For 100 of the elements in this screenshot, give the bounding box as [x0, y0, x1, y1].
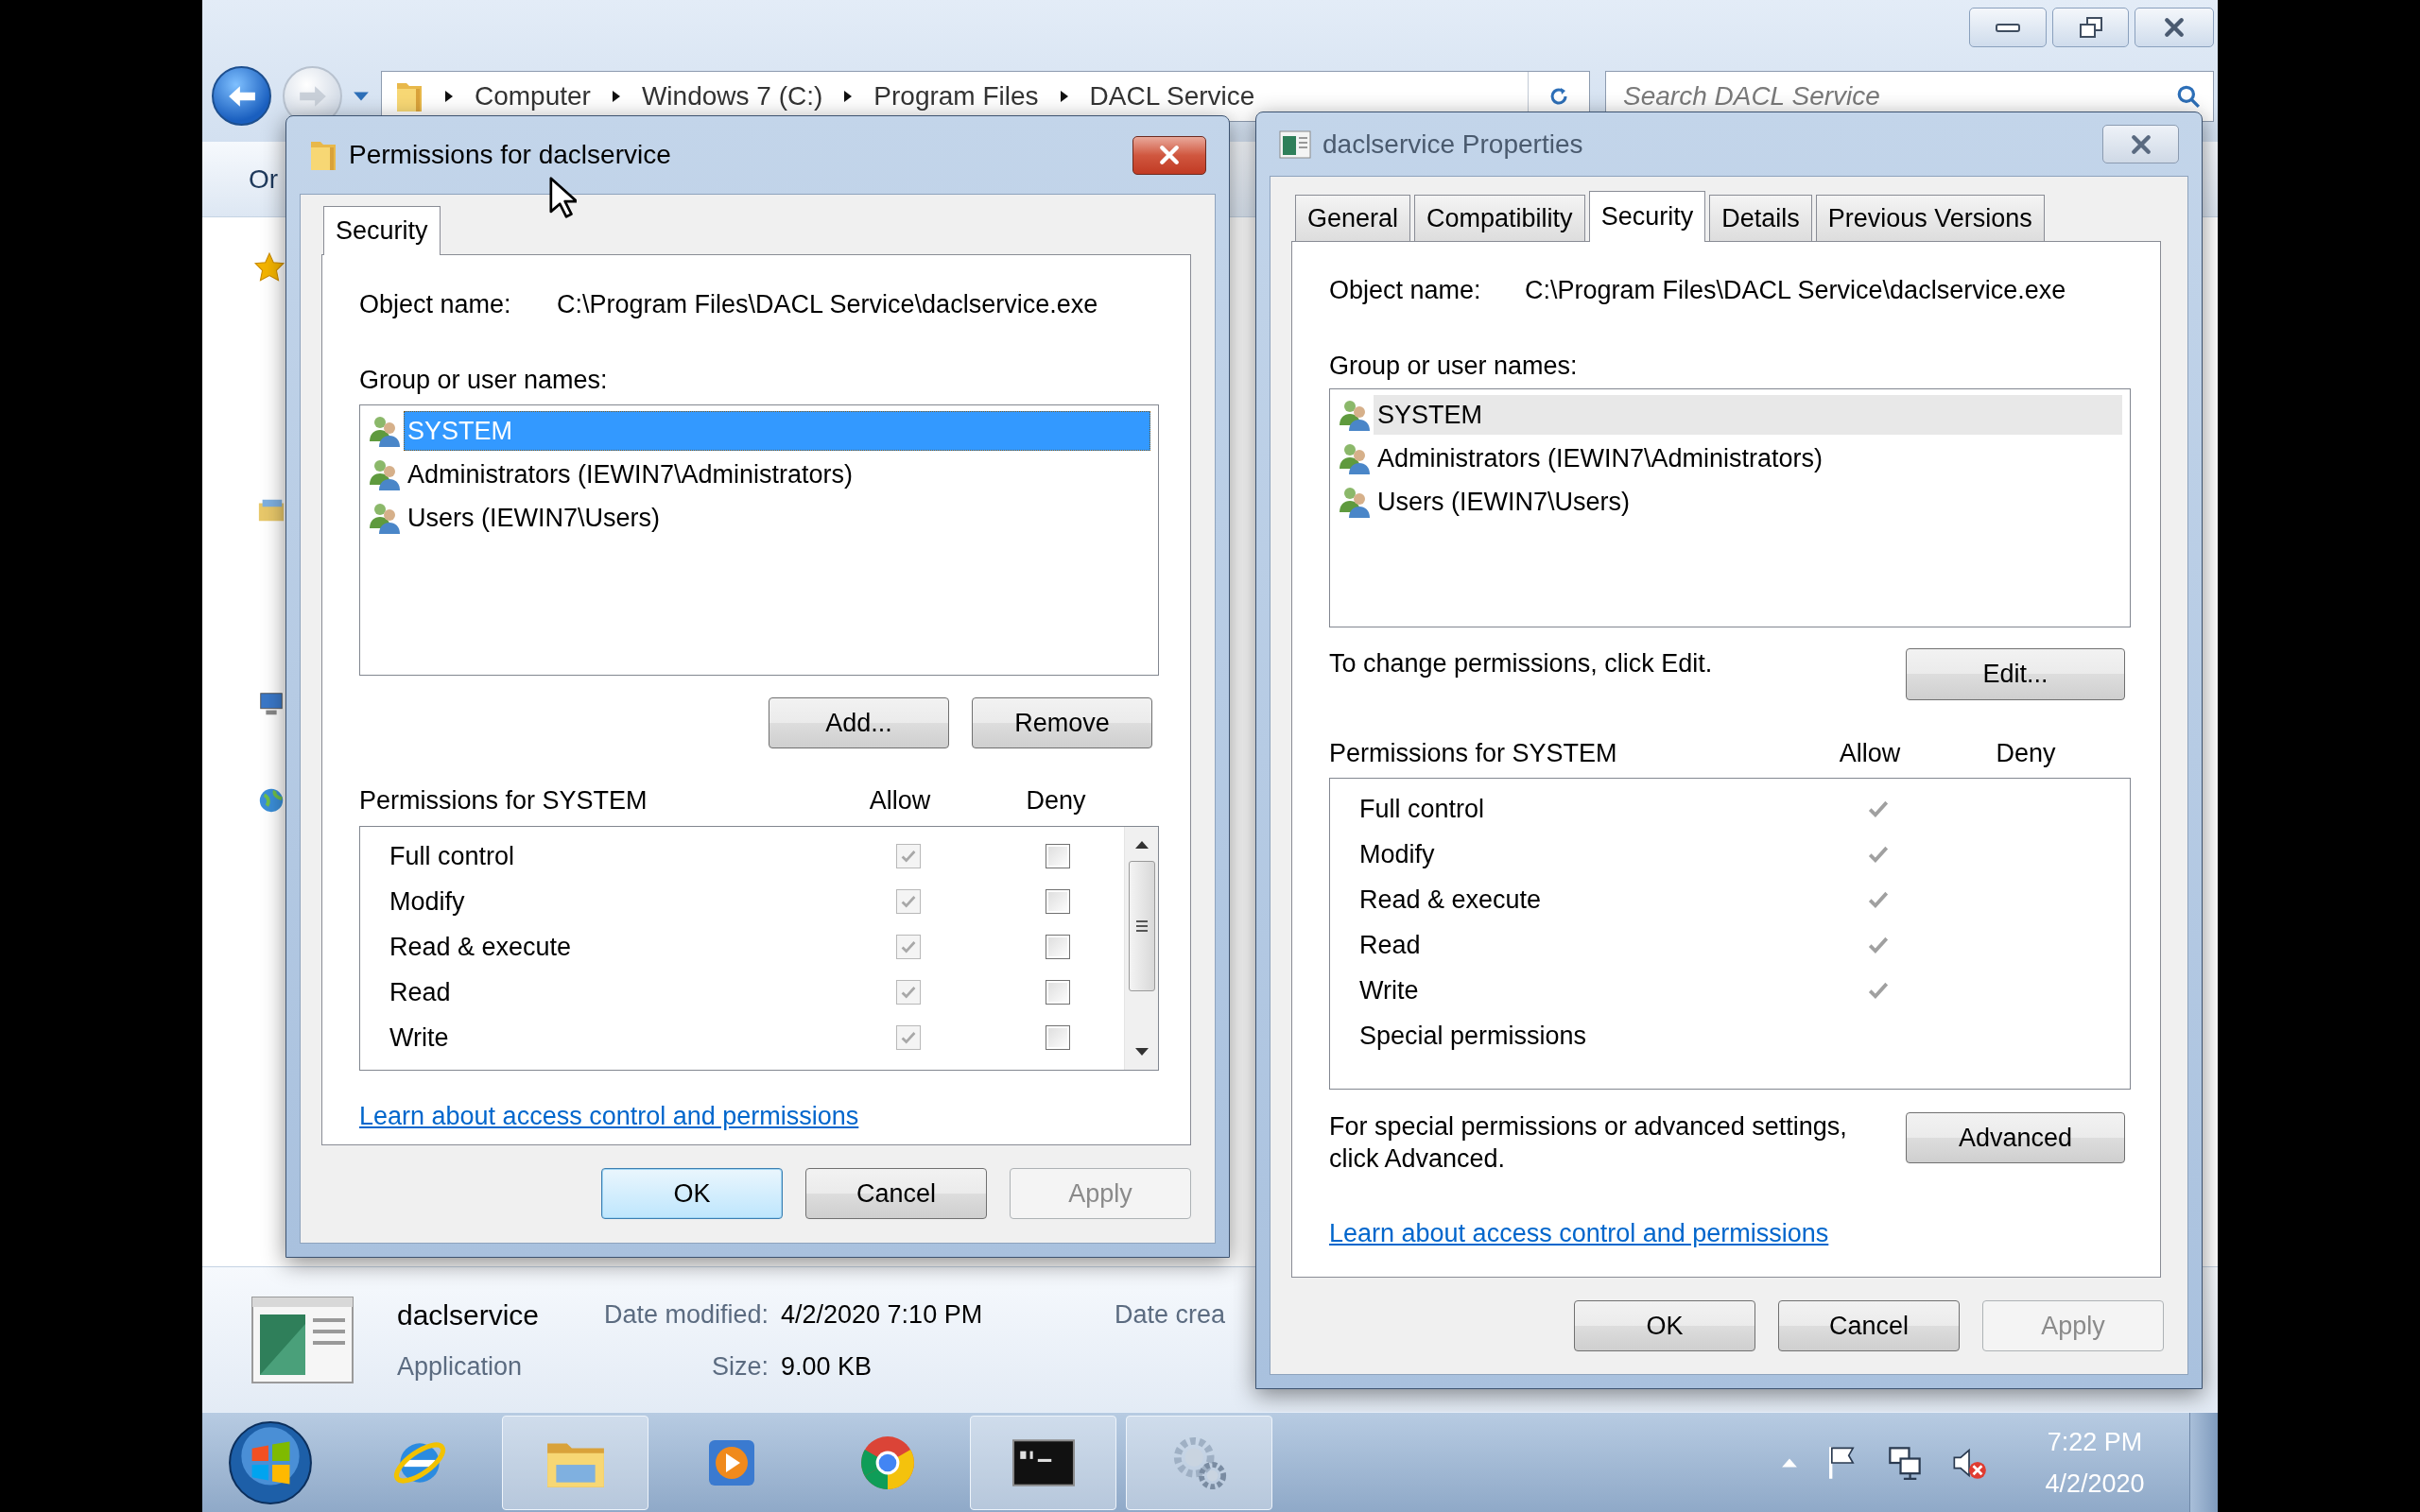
users-icon	[368, 457, 402, 491]
users-icon	[1338, 398, 1372, 432]
network-icon[interactable]	[1887, 1444, 1923, 1481]
detail-label: Date modified:	[602, 1299, 769, 1331]
cursor-icon	[548, 176, 577, 219]
help-link[interactable]: Learn about access control and permissions	[359, 1097, 859, 1136]
application-icon	[1279, 129, 1311, 159]
tab[interactable]: General	[1295, 195, 1411, 241]
permission-name: Write	[389, 1022, 450, 1054]
field-label: Object name:	[1329, 274, 1482, 306]
users-icon	[1338, 441, 1372, 475]
users-icon	[368, 501, 402, 535]
tab[interactable]: Compatibility	[1414, 195, 1585, 241]
section-label: Group or user names:	[359, 364, 608, 396]
permission-name: Modify	[389, 885, 466, 918]
hint-text: To change permissions, click Edit.	[1329, 648, 1713, 679]
breadcrumb-arrow-icon[interactable]	[611, 89, 621, 103]
help-link[interactable]: Learn about access control and permissions	[1329, 1214, 1829, 1253]
clock-time: 7:22 PM	[2047, 1426, 2143, 1458]
breadcrumb-item[interactable]: DACL Service	[1089, 76, 1255, 116]
users-icon	[368, 414, 402, 448]
tab[interactable]: Security	[1588, 191, 1706, 242]
scrollbar-thumb[interactable]	[1128, 861, 1155, 991]
scroll-down-icon[interactable]	[1133, 1047, 1150, 1057]
users-icon	[1338, 485, 1372, 519]
checkbox[interactable]	[1046, 889, 1070, 914]
close-button[interactable]	[2102, 125, 2179, 163]
object-path: C:\Program Files\DACL Service\daclservice.exe	[1525, 274, 2066, 306]
application-icon	[251, 1295, 354, 1384]
cancel-button[interactable]: Cancel	[1778, 1300, 1960, 1351]
restore-icon	[2078, 16, 2103, 39]
close-button[interactable]	[1132, 135, 1206, 175]
file-name: daclservice	[397, 1297, 541, 1332]
remove-button[interactable]: Remove	[972, 697, 1152, 748]
user-list-item[interactable]: Administrators (IEWIN7\Administrators)	[1374, 438, 2122, 478]
permission-name: Special permissions	[1359, 1020, 1588, 1052]
permission-name: Read	[1359, 929, 1422, 961]
start-orb-icon	[227, 1418, 314, 1506]
scrollbar[interactable]	[1124, 827, 1158, 1070]
add-button[interactable]: Add...	[769, 697, 949, 748]
permission-name: Modify	[1359, 838, 1436, 870]
hint-text: For special permissions or advanced settings, click Advanced.	[1329, 1111, 1848, 1175]
restore-button[interactable]	[2052, 8, 2129, 47]
breadcrumb-item[interactable]: Computer	[475, 76, 591, 116]
detail-label: Date crea	[1115, 1299, 1226, 1331]
window-title: daclservice Properties	[1322, 128, 1583, 161]
detail-value: 4/2/2020 7:10 PM	[780, 1299, 984, 1331]
permission-name: Read	[389, 976, 452, 1008]
user-list-item[interactable]: Users (IEWIN7\Users)	[1374, 482, 2122, 522]
scroll-up-icon[interactable]	[1133, 840, 1150, 850]
window-title: Permissions for daclservice	[349, 139, 671, 171]
column-header: Deny	[1025, 784, 1087, 816]
search-icon	[2176, 83, 2201, 109]
permission-name: Full control	[1359, 793, 1486, 825]
edit-button[interactable]: Edit...	[1906, 648, 2125, 700]
section-label: Permissions for SYSTEM	[1329, 737, 1618, 769]
breadcrumb-arrow-icon[interactable]	[444, 89, 454, 103]
permission-name: Full control	[389, 840, 516, 872]
file-type: Application	[397, 1350, 524, 1383]
user-list-item[interactable]: Administrators (IEWIN7\Administrators)	[404, 455, 1150, 494]
tab[interactable]: Previous Versions	[1815, 195, 2045, 241]
detail-label: Size:	[710, 1350, 769, 1383]
terminal-icon	[1011, 1438, 1075, 1486]
field-label: Object name:	[359, 288, 512, 320]
breadcrumb-item[interactable]: Windows 7 (C:)	[641, 76, 823, 116]
star-icon	[253, 251, 285, 284]
cancel-button[interactable]: Cancel	[805, 1168, 987, 1219]
toolbar-button[interactable]: Or	[249, 159, 279, 199]
grip-icon	[1134, 920, 1149, 932]
section-label: Permissions for SYSTEM	[359, 784, 648, 816]
detail-value: 9.00 KB	[780, 1350, 873, 1383]
section-label: Group or user names:	[1329, 350, 1578, 382]
column-header: Allow	[868, 784, 932, 816]
minimize-button[interactable]	[1969, 8, 2047, 47]
permission-name: Read & execute	[1359, 884, 1543, 916]
taskbar-button[interactable]	[970, 1415, 1116, 1510]
advanced-button[interactable]: Advanced	[1906, 1112, 2125, 1163]
user-list-item[interactable]: SYSTEM	[1374, 395, 2122, 435]
object-path: C:\Program Files\DACL Service\daclservice.exe	[557, 288, 1098, 320]
checkbox[interactable]	[1046, 980, 1070, 1005]
column-header: Allow	[1838, 737, 1902, 769]
breadcrumb-arrow-icon[interactable]	[1059, 89, 1069, 103]
ok-button[interactable]: OK	[601, 1168, 783, 1219]
checkbox[interactable]	[1046, 844, 1070, 868]
tab[interactable]: Details	[1709, 195, 1812, 241]
column-header: Deny	[1995, 737, 2057, 769]
caret-icon	[353, 90, 370, 102]
close-button[interactable]	[2135, 8, 2214, 47]
minimize-icon	[1995, 21, 2021, 34]
tab[interactable]: Security	[323, 206, 441, 255]
checkbox[interactable]	[1046, 1025, 1070, 1050]
checkbox[interactable]	[1046, 935, 1070, 959]
permission-name: Write	[1359, 974, 1420, 1006]
permission-name: Read & execute	[389, 931, 573, 963]
ok-button[interactable]: OK	[1574, 1300, 1755, 1351]
breadcrumb-arrow-icon[interactable]	[843, 89, 854, 103]
globe-icon	[257, 786, 285, 815]
breadcrumb-item[interactable]: Program Files	[873, 76, 1039, 116]
clock-date: 4/2/2020	[2045, 1468, 2145, 1500]
user-list-item[interactable]: Users (IEWIN7\Users)	[404, 498, 1150, 538]
